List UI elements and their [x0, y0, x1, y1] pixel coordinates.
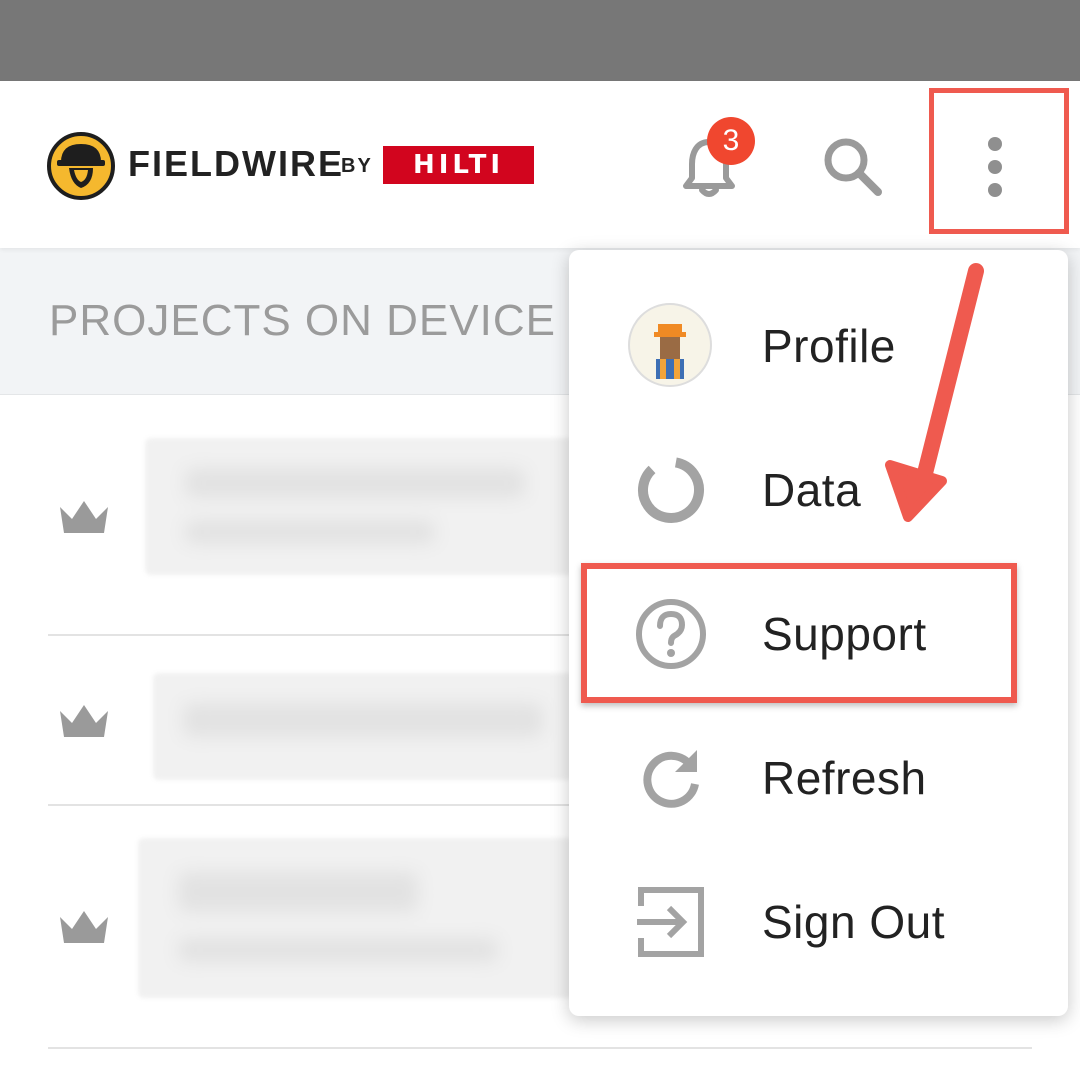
- row-divider: [48, 1047, 1032, 1049]
- annotation-arrow: [885, 263, 984, 522]
- menu-item-label: Profile: [762, 320, 896, 372]
- crown-icon: [60, 705, 108, 737]
- menu-item-label: Sign Out: [762, 896, 945, 948]
- crown-icon: [60, 911, 108, 943]
- brand-by: BY: [341, 155, 373, 177]
- menu-item-refresh[interactable]: Refresh: [569, 706, 1068, 850]
- section-title: PROJECTS ON DEVICE: [49, 296, 556, 345]
- menu-item-sign-out[interactable]: Sign Out: [569, 850, 1068, 994]
- project-item-blurred[interactable]: [138, 838, 573, 998]
- notification-badge: 3: [707, 117, 755, 165]
- menu-item-label: Refresh: [762, 752, 927, 804]
- data-ring-icon: [638, 456, 704, 523]
- project-item-blurred[interactable]: [153, 673, 573, 780]
- refresh-icon: [643, 750, 699, 808]
- crown-icon: [60, 501, 108, 533]
- brand-name: FIELDWIRE: [128, 143, 344, 184]
- fieldwire-logo-icon: [47, 132, 115, 200]
- support-highlight: [581, 563, 1017, 703]
- search-icon[interactable]: [820, 134, 884, 198]
- sign-out-icon: [637, 887, 704, 957]
- project-item-blurred[interactable]: [145, 438, 575, 575]
- status-bar: [0, 0, 1080, 81]
- hilti-logo-text: HILTI: [412, 150, 505, 180]
- menu-item-label: Data: [762, 464, 862, 516]
- more-options-highlight: [929, 88, 1069, 234]
- hilti-logo: HILTI: [383, 146, 534, 184]
- avatar: [628, 303, 712, 387]
